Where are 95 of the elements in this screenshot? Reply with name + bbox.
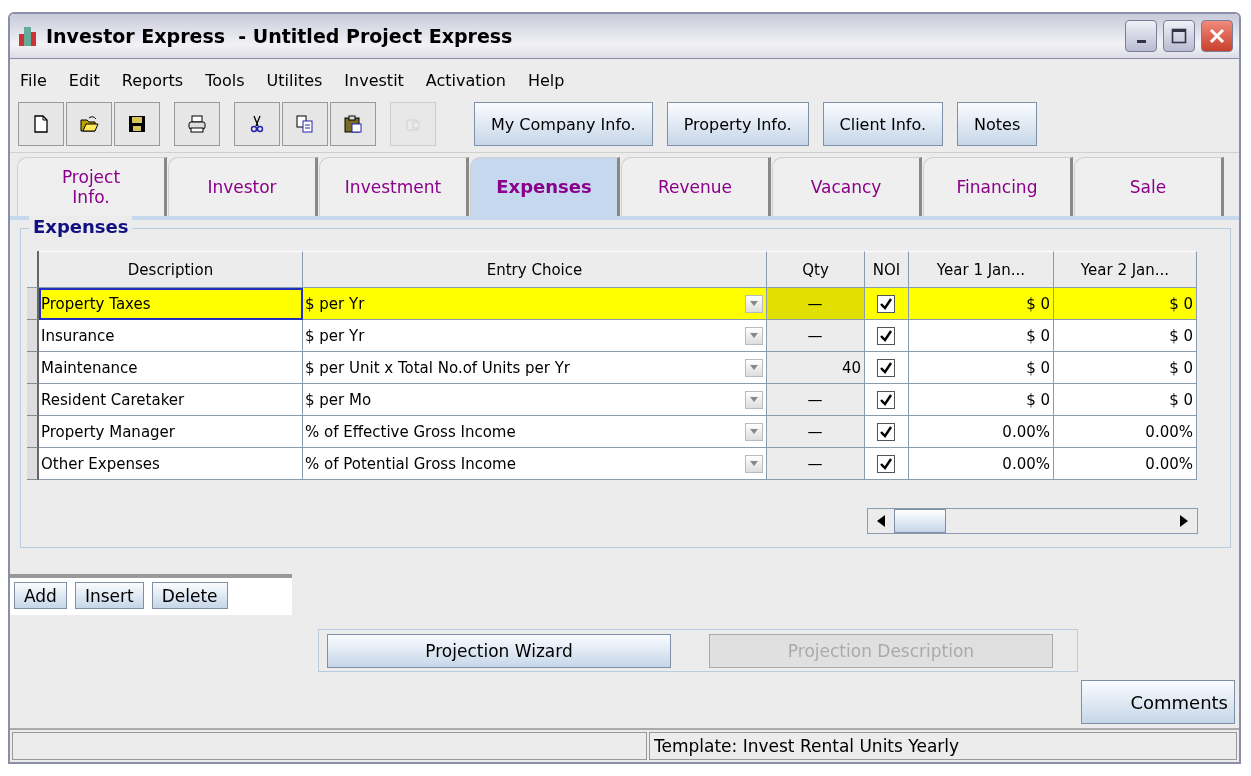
table-cell[interactable]: Property Manager — [39, 416, 303, 448]
menu-item[interactable]: Reports — [121, 70, 184, 90]
table-cell[interactable]: Property Taxes — [39, 288, 303, 320]
scroll-thumb[interactable] — [894, 509, 946, 533]
tab[interactable]: Vacancy — [772, 157, 922, 216]
row-header[interactable] — [27, 384, 39, 416]
maximize-button[interactable] — [1163, 20, 1195, 52]
tab[interactable]: Investment — [319, 157, 469, 216]
checkbox[interactable] — [877, 326, 895, 345]
row-button[interactable]: Add — [14, 582, 67, 609]
paste-button[interactable] — [330, 102, 376, 146]
table-cell: — — [767, 384, 865, 416]
comments-button[interactable]: Comments — [1081, 680, 1235, 724]
toolbar-button[interactable]: Client Info. — [822, 102, 944, 146]
row-header[interactable] — [27, 288, 39, 320]
column-header[interactable]: Year 2 Jan... — [1054, 251, 1197, 288]
row-header[interactable] — [27, 320, 39, 352]
maximize-icon — [1171, 28, 1187, 44]
menu-item[interactable]: Help — [527, 70, 565, 90]
table-cell[interactable]: 0.00% — [909, 448, 1054, 480]
column-header[interactable]: NOI — [865, 251, 909, 288]
checkbox[interactable] — [877, 294, 895, 313]
toolbar-button[interactable]: Notes — [957, 102, 1038, 146]
projection-button[interactable]: Projection Wizard — [327, 633, 671, 668]
checkbox[interactable] — [877, 422, 895, 441]
table-cell[interactable]: $ per Yr — [305, 294, 365, 313]
row-button[interactable]: Insert — [74, 582, 144, 609]
table-cell[interactable]: 0.00% — [1054, 416, 1197, 448]
folder-icon — [79, 114, 99, 134]
horizontal-scrollbar[interactable] — [867, 508, 1198, 534]
table-cell[interactable]: Other Expenses — [39, 448, 303, 480]
scroll-left-icon[interactable] — [877, 515, 885, 527]
table-cell[interactable]: $ 0 — [1054, 288, 1197, 320]
column-header[interactable]: Year 1 Jan... — [909, 251, 1054, 288]
group-title: Expenses — [29, 216, 133, 237]
blank-page-icon — [31, 114, 51, 134]
close-icon — [1208, 27, 1226, 45]
close-button[interactable] — [1201, 20, 1233, 52]
table-cell[interactable]: 0.00% — [909, 416, 1054, 448]
table-cell[interactable]: $ per Mo — [305, 390, 372, 409]
row-header[interactable] — [27, 352, 39, 384]
copy-icon — [295, 114, 315, 134]
toolbar-button[interactable]: Property Info. — [666, 102, 809, 146]
tab[interactable]: Revenue — [621, 157, 771, 216]
checkbox[interactable] — [877, 390, 895, 409]
new-button[interactable] — [18, 102, 64, 146]
printer-icon — [187, 114, 207, 134]
table-cell[interactable]: $ 0 — [909, 384, 1054, 416]
row-button[interactable]: Delete — [151, 582, 228, 609]
table-cell[interactable]: $ 0 — [909, 288, 1054, 320]
checkbox[interactable] — [877, 358, 895, 377]
tab[interactable]: Project Info. — [17, 157, 167, 216]
menu-item[interactable]: Investit — [344, 70, 404, 90]
menu-item[interactable]: Edit — [68, 70, 100, 90]
table-cell[interactable]: Maintenance — [39, 352, 303, 384]
minimize-button[interactable] — [1125, 20, 1157, 52]
table-cell: — — [767, 320, 865, 352]
menu-item[interactable]: Activation — [425, 70, 506, 90]
tab[interactable]: Financing — [923, 157, 1073, 216]
table-cell: — — [767, 416, 865, 448]
tab[interactable]: Expenses — [470, 157, 620, 216]
cut-button[interactable] — [234, 102, 280, 146]
save-button[interactable] — [114, 102, 160, 146]
checkbox[interactable] — [877, 454, 895, 473]
table-cell: 40 — [767, 352, 865, 384]
menu-item[interactable]: Utilites — [266, 70, 323, 90]
toolbar-button[interactable]: My Company Info. — [474, 102, 653, 146]
table-cell[interactable]: $ 0 — [909, 320, 1054, 352]
window-title: Investor Express - Untitled Project Express — [46, 25, 514, 47]
column-header[interactable]: Entry Choice — [303, 251, 767, 288]
table-cell: — — [767, 448, 865, 480]
table-cell[interactable]: $ 0 — [909, 352, 1054, 384]
table-cell[interactable]: 0.00% — [1054, 448, 1197, 480]
table-cell[interactable]: $ per Yr — [305, 326, 365, 345]
table-cell[interactable]: Resident Caretaker — [39, 384, 303, 416]
menu-item[interactable]: File — [20, 70, 47, 90]
open-button[interactable] — [66, 102, 112, 146]
column-header[interactable]: Description — [39, 251, 303, 288]
status-bar-field: Template: Invest Rental Units Yearly — [649, 732, 1237, 760]
row-header[interactable] — [27, 416, 39, 448]
table-cell[interactable]: $ 0 — [1054, 352, 1197, 384]
print-button[interactable] — [174, 102, 220, 146]
tab[interactable]: Investor — [168, 157, 318, 216]
copy-button[interactable] — [282, 102, 328, 146]
table-cell[interactable]: $ 0 — [1054, 320, 1197, 352]
tab[interactable]: Sale — [1074, 157, 1224, 216]
minimize-icon — [1136, 39, 1146, 43]
clipboard-icon — [343, 114, 363, 134]
scroll-right-icon[interactable] — [1180, 515, 1188, 527]
row-header[interactable] — [27, 448, 39, 480]
table-cell[interactable]: $ 0 — [1054, 384, 1197, 416]
table-cell: — — [767, 288, 865, 320]
column-header[interactable]: Qty — [767, 251, 865, 288]
table-cell[interactable]: Insurance — [39, 320, 303, 352]
menu-item[interactable]: Tools — [205, 70, 245, 90]
